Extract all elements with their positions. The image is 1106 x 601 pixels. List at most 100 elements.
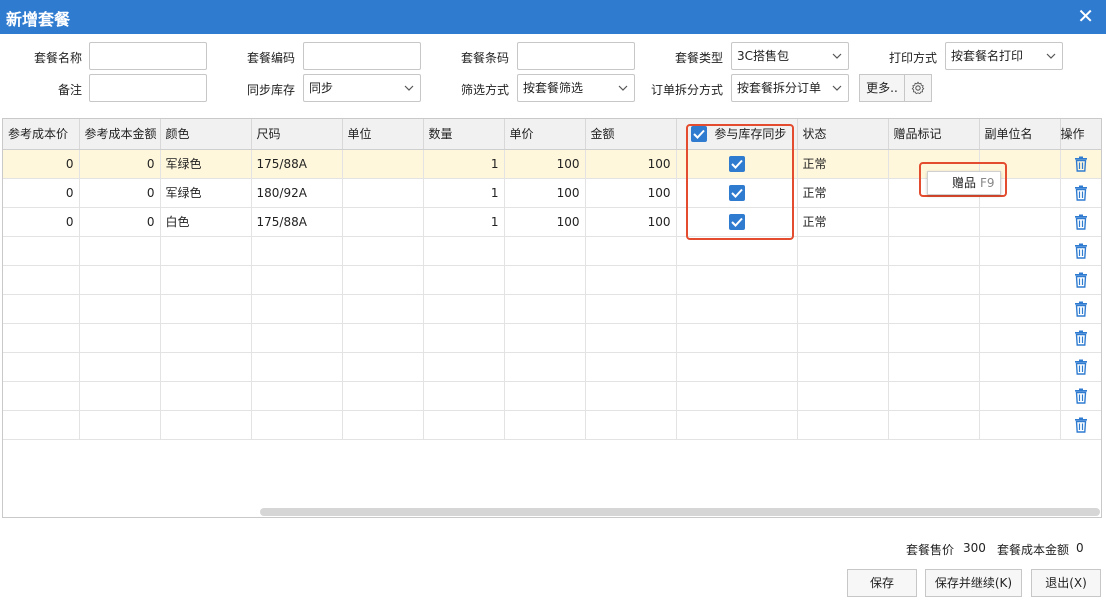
empty-cell[interactable] bbox=[504, 410, 586, 440]
empty-cell[interactable] bbox=[251, 381, 343, 411]
empty-cell[interactable] bbox=[676, 236, 798, 266]
cell-color[interactable]: 军绿色 bbox=[160, 178, 252, 208]
cell-qty[interactable]: 1 bbox=[423, 149, 505, 179]
cell-amount[interactable]: 100 bbox=[585, 149, 677, 179]
remark-input[interactable] bbox=[89, 74, 207, 102]
empty-cell[interactable] bbox=[676, 381, 798, 411]
empty-cell[interactable] bbox=[504, 294, 586, 324]
table-row[interactable] bbox=[3, 294, 1101, 324]
table-row[interactable] bbox=[3, 381, 1101, 411]
delete-row-button[interactable] bbox=[1074, 330, 1088, 346]
empty-cell[interactable] bbox=[423, 294, 505, 324]
gift-context-menu-item[interactable]: 赠品 F9 bbox=[927, 171, 1001, 195]
empty-cell[interactable] bbox=[79, 294, 161, 324]
cell-qty[interactable]: 1 bbox=[423, 178, 505, 208]
empty-cell[interactable] bbox=[342, 236, 424, 266]
empty-cell[interactable] bbox=[342, 352, 424, 382]
empty-cell[interactable] bbox=[979, 294, 1061, 324]
table-row[interactable] bbox=[3, 265, 1101, 295]
empty-cell[interactable] bbox=[423, 352, 505, 382]
empty-cell[interactable] bbox=[676, 294, 798, 324]
cell-size[interactable]: 175/88A bbox=[251, 149, 343, 179]
delete-row-button[interactable] bbox=[1074, 156, 1088, 172]
empty-cell[interactable] bbox=[423, 410, 505, 440]
empty-cell[interactable] bbox=[797, 265, 889, 295]
empty-cell[interactable] bbox=[342, 323, 424, 353]
table-row[interactable]: 0 0 白色 175/88A 1 100 100 正常 bbox=[3, 207, 1101, 237]
name-input[interactable] bbox=[89, 42, 207, 70]
table-row[interactable] bbox=[3, 410, 1101, 440]
horizontal-scrollbar[interactable] bbox=[260, 508, 1100, 516]
empty-cell[interactable] bbox=[797, 352, 889, 382]
empty-cell[interactable] bbox=[423, 323, 505, 353]
sync-checkbox[interactable] bbox=[728, 213, 745, 230]
delete-row-button[interactable] bbox=[1074, 301, 1088, 317]
cell-price[interactable]: 100 bbox=[504, 178, 586, 208]
empty-cell[interactable] bbox=[3, 352, 80, 382]
empty-cell[interactable] bbox=[160, 410, 252, 440]
cell-price[interactable]: 100 bbox=[504, 149, 586, 179]
empty-cell[interactable] bbox=[3, 265, 80, 295]
split-select[interactable]: 按套餐拆分订单 bbox=[731, 74, 849, 102]
empty-cell[interactable] bbox=[888, 352, 980, 382]
table-row[interactable] bbox=[3, 236, 1101, 266]
more-button[interactable]: 更多.. bbox=[859, 74, 905, 102]
cell-unit[interactable] bbox=[342, 178, 424, 208]
save-button[interactable]: 保存 bbox=[847, 569, 917, 597]
empty-cell[interactable] bbox=[585, 294, 677, 324]
cell-gift[interactable] bbox=[888, 207, 980, 237]
empty-cell[interactable] bbox=[160, 236, 252, 266]
save-continue-button[interactable]: 保存并继续(K) bbox=[925, 569, 1022, 597]
empty-cell[interactable] bbox=[251, 236, 343, 266]
print-select[interactable]: 按套餐名打印 bbox=[945, 42, 1063, 70]
empty-cell[interactable] bbox=[251, 294, 343, 324]
cell-amount[interactable]: 100 bbox=[585, 207, 677, 237]
empty-cell[interactable] bbox=[676, 265, 798, 295]
empty-cell[interactable] bbox=[585, 352, 677, 382]
empty-cell[interactable] bbox=[423, 381, 505, 411]
empty-cell[interactable] bbox=[3, 236, 80, 266]
empty-cell[interactable] bbox=[3, 323, 80, 353]
empty-cell[interactable] bbox=[797, 294, 889, 324]
cell-size[interactable]: 175/88A bbox=[251, 207, 343, 237]
empty-cell[interactable] bbox=[585, 410, 677, 440]
empty-cell[interactable] bbox=[342, 294, 424, 324]
delete-row-button[interactable] bbox=[1074, 185, 1088, 201]
cell-cost[interactable]: 0 bbox=[3, 149, 80, 179]
cell-subunit[interactable] bbox=[979, 207, 1061, 237]
empty-cell[interactable] bbox=[888, 294, 980, 324]
empty-cell[interactable] bbox=[423, 265, 505, 295]
empty-cell[interactable] bbox=[888, 381, 980, 411]
empty-cell[interactable] bbox=[585, 265, 677, 295]
cell-cost[interactable]: 0 bbox=[3, 178, 80, 208]
cell-qty[interactable]: 1 bbox=[423, 207, 505, 237]
empty-cell[interactable] bbox=[585, 381, 677, 411]
empty-cell[interactable] bbox=[160, 265, 252, 295]
empty-cell[interactable] bbox=[979, 352, 1061, 382]
barcode-input[interactable] bbox=[517, 42, 635, 70]
settings-button[interactable] bbox=[904, 74, 932, 102]
empty-cell[interactable] bbox=[79, 381, 161, 411]
delete-row-button[interactable] bbox=[1074, 214, 1088, 230]
empty-cell[interactable] bbox=[797, 381, 889, 411]
close-icon[interactable]: ✕ bbox=[1077, 4, 1094, 28]
cell-cost-amount[interactable]: 0 bbox=[79, 207, 161, 237]
delete-row-button[interactable] bbox=[1074, 359, 1088, 375]
empty-cell[interactable] bbox=[979, 265, 1061, 295]
delete-row-button[interactable] bbox=[1074, 417, 1088, 433]
empty-cell[interactable] bbox=[3, 381, 80, 411]
empty-cell[interactable] bbox=[251, 410, 343, 440]
cell-size[interactable]: 180/92A bbox=[251, 178, 343, 208]
empty-cell[interactable] bbox=[3, 410, 80, 440]
exit-button[interactable]: 退出(X) bbox=[1031, 569, 1101, 597]
sync-checkbox[interactable] bbox=[728, 184, 745, 201]
delete-row-button[interactable] bbox=[1074, 243, 1088, 259]
empty-cell[interactable] bbox=[504, 352, 586, 382]
empty-cell[interactable] bbox=[504, 265, 586, 295]
empty-cell[interactable] bbox=[504, 323, 586, 353]
empty-cell[interactable] bbox=[504, 381, 586, 411]
sync-checkbox[interactable] bbox=[728, 155, 745, 172]
table-row[interactable] bbox=[3, 323, 1101, 353]
empty-cell[interactable] bbox=[79, 323, 161, 353]
cell-color[interactable]: 白色 bbox=[160, 207, 252, 237]
